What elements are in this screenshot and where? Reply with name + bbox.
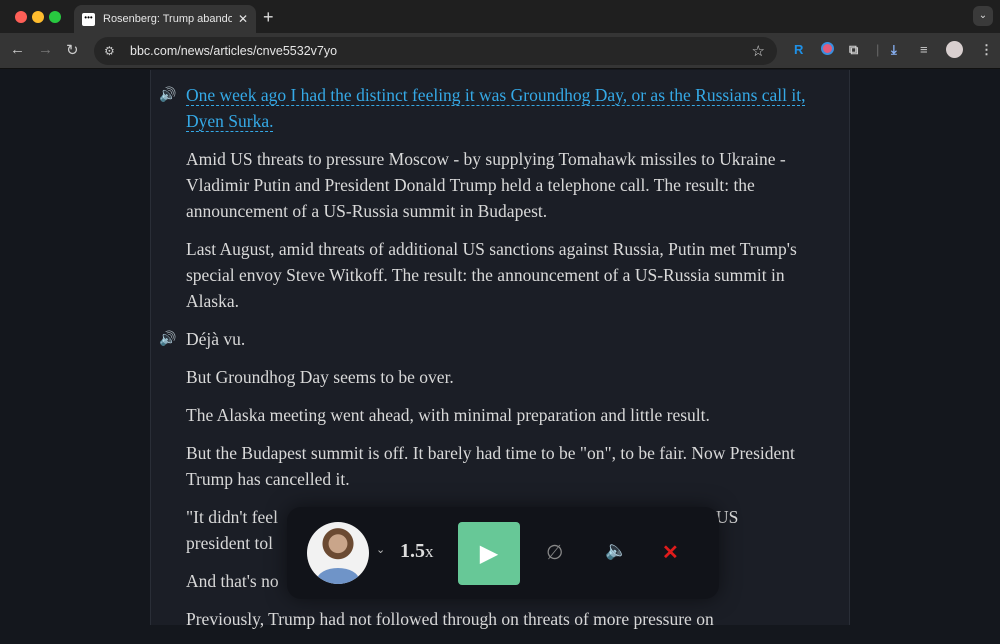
close-icon[interactable]: ✕ bbox=[662, 540, 679, 565]
skip-disabled-icon[interactable]: ∅ bbox=[546, 540, 563, 565]
paragraph: Previously, Trump had not followed throu… bbox=[186, 609, 714, 629]
profile-avatar[interactable] bbox=[946, 41, 963, 58]
voice-avatar[interactable] bbox=[307, 522, 369, 584]
paragraph: Amid US threats to pressure Moscow - by … bbox=[186, 149, 786, 221]
tab-bar: ••• Rosenberg: Trump abandons ✕ + ⌄ bbox=[0, 0, 1000, 33]
paragraph: The Alaska meeting went ahead, with mini… bbox=[186, 405, 710, 425]
paragraph-text-fragment: US bbox=[716, 507, 739, 527]
speaker-icon[interactable]: 🔊 bbox=[159, 83, 176, 109]
reload-icon[interactable]: ↻ bbox=[66, 41, 79, 59]
tab-active[interactable]: ••• Rosenberg: Trump abandons ✕ bbox=[74, 5, 256, 33]
paragraph-text: Déjà vu. bbox=[186, 329, 246, 349]
voice-chevron-down-icon[interactable]: ⌄ bbox=[376, 543, 385, 556]
speed-control[interactable]: 1.5x bbox=[400, 540, 434, 563]
extension-r-icon[interactable]: R bbox=[794, 42, 803, 57]
speed-value: 1.5 bbox=[400, 540, 425, 562]
new-tab-button[interactable]: + bbox=[263, 7, 274, 28]
minimize-window-button[interactable] bbox=[32, 11, 44, 23]
extension-reader-icon[interactable] bbox=[821, 42, 834, 55]
speaker-icon[interactable]: 🔊 bbox=[159, 327, 176, 353]
site-settings-icon[interactable]: ⚙ bbox=[104, 44, 122, 58]
download-icon[interactable]: ⤓ bbox=[891, 42, 897, 58]
toolbar: ← → ↻ ⚙ bbc.com/news/articles/cnve5532v7… bbox=[0, 33, 1000, 69]
tab-search-chevron-icon[interactable]: ⌄ bbox=[973, 6, 993, 26]
read-aloud-player: ⌄ 1.5x ▶ ∅ 🔈 ✕ bbox=[287, 507, 719, 599]
paragraph: Last August, amid threats of additional … bbox=[186, 239, 797, 311]
highlighted-sentence-link[interactable]: One week ago I had the distinct feeling … bbox=[186, 85, 806, 132]
paragraph-text: "It didn't feel bbox=[186, 507, 278, 527]
back-icon[interactable]: ← bbox=[10, 41, 25, 58]
tab-close-icon[interactable]: ✕ bbox=[238, 12, 248, 26]
url-text[interactable]: bbc.com/news/articles/cnve5532v7yo bbox=[130, 44, 337, 58]
media-control-icon[interactable]: ≡ bbox=[920, 42, 928, 57]
forward-icon[interactable]: → bbox=[38, 41, 53, 58]
bbc-favicon-icon: ••• bbox=[82, 12, 95, 26]
tab-title: Rosenberg: Trump abandons bbox=[103, 13, 232, 25]
menu-kebab-icon[interactable]: ⋮ bbox=[980, 42, 993, 58]
paragraph: But Groundhog Day seems to be over. bbox=[186, 367, 454, 387]
maximize-window-button[interactable] bbox=[49, 11, 61, 23]
close-window-button[interactable] bbox=[15, 11, 27, 23]
speed-unit: x bbox=[425, 542, 434, 561]
paragraph: 🔊 One week ago I had the distinct feeling… bbox=[159, 82, 826, 134]
paragraph-text: president tol bbox=[186, 533, 273, 553]
play-button[interactable]: ▶ bbox=[458, 522, 520, 585]
volume-icon[interactable]: 🔈 bbox=[605, 540, 627, 561]
address-bar[interactable]: ⚙ bbc.com/news/articles/cnve5532v7yo ☆ bbox=[94, 37, 777, 65]
paragraph: 🔊 Déjà vu. bbox=[159, 326, 826, 352]
extensions-puzzle-icon[interactable]: ⧉ bbox=[849, 42, 858, 58]
paragraph: But the Budapest summit is off. It barel… bbox=[186, 443, 795, 489]
toolbar-divider: | bbox=[876, 42, 880, 57]
bookmark-star-icon[interactable]: ☆ bbox=[752, 42, 765, 60]
